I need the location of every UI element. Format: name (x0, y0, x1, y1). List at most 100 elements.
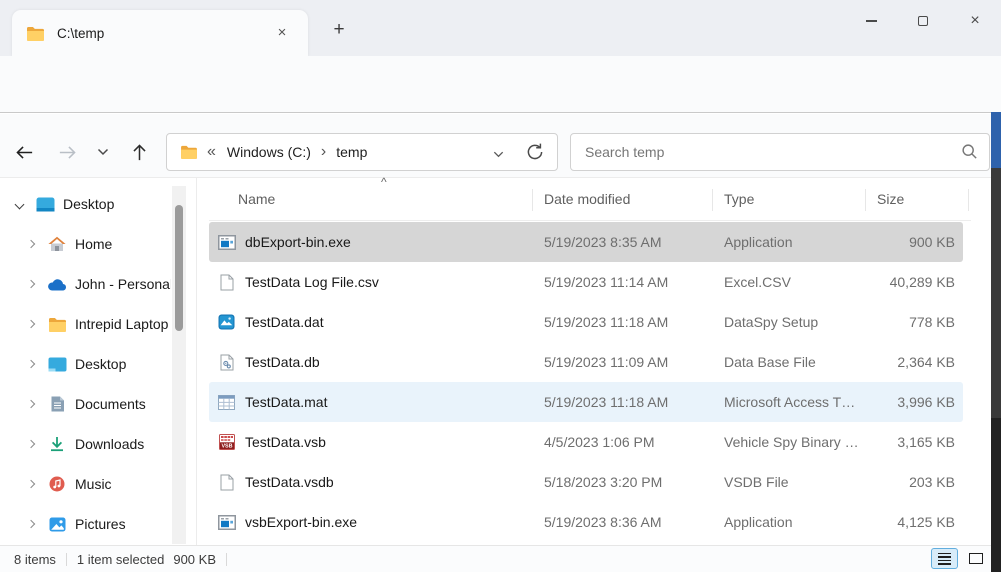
file-size: 203 KB (865, 474, 963, 490)
file-name: TestData Log File.csv (245, 274, 379, 290)
expand-chevron-icon[interactable] (24, 281, 38, 287)
breadcrumb-current[interactable]: temp (336, 144, 367, 160)
sidebar-item-pictures[interactable]: Pictures (0, 504, 196, 544)
search-input[interactable] (585, 134, 945, 170)
file-row-testdata-db[interactable]: TestData.db 5/19/2023 11:09 AM Data Base… (209, 342, 963, 382)
column-divider[interactable] (865, 189, 866, 211)
refresh-button[interactable] (525, 142, 545, 162)
dataspy-file-icon (217, 314, 236, 330)
breadcrumb-separator-icon: › (321, 143, 326, 161)
tab-close-icon[interactable]: × (270, 21, 294, 45)
recent-locations-button[interactable] (88, 137, 118, 167)
selection-count: 1 item selected (77, 552, 164, 567)
file-row-testdata-log-file-csv[interactable]: TestData Log File.csv 5/19/2023 11:14 AM… (209, 262, 963, 302)
file-rows: dbExport-bin.exe 5/19/2023 8:35 AM Appli… (209, 222, 963, 542)
expand-chevron-icon[interactable] (24, 481, 38, 487)
file-row-testdata-mat[interactable]: TestData.mat 5/19/2023 11:18 AM Microsof… (209, 382, 963, 422)
column-divider[interactable] (968, 189, 969, 211)
maximize-button[interactable] (897, 0, 949, 42)
up-arrow-icon (129, 142, 150, 163)
file-row-testdata-dat[interactable]: TestData.dat 5/19/2023 11:18 AM DataSpy … (209, 302, 963, 342)
file-size: 900 KB (865, 234, 963, 250)
explorer-tab[interactable]: C:\temp × (12, 10, 308, 56)
database-file-icon (217, 354, 236, 371)
table-file-icon (217, 395, 236, 410)
background-window-edge-blue (991, 112, 1001, 168)
expand-chevron-icon[interactable] (24, 441, 38, 447)
exe-file-icon (217, 515, 236, 530)
file-row-dbexport-bin-exe[interactable]: dbExport-bin.exe 5/19/2023 8:35 AM Appli… (209, 222, 963, 262)
details-view-button[interactable] (931, 548, 958, 569)
minimize-button[interactable] (845, 0, 897, 42)
desktop-icon (34, 197, 56, 212)
file-date: 5/19/2023 11:18 AM (544, 314, 724, 330)
tab-title: C:\temp (57, 26, 104, 41)
expand-chevron-icon[interactable] (24, 361, 38, 367)
address-bar[interactable]: « Windows (C:) › temp (166, 133, 558, 171)
file-type: Application (724, 514, 865, 530)
desktop-icon (46, 357, 68, 372)
column-headers: ^ Name Date modified Type Size (209, 178, 971, 221)
vsb-file-icon: VSB (217, 434, 236, 450)
breadcrumb-root[interactable]: Windows (C:) (227, 144, 311, 160)
sidebar-item-label: Music (75, 476, 112, 492)
expand-chevron-icon[interactable] (24, 321, 38, 327)
chevron-down-icon (492, 148, 505, 161)
expand-chevron-icon[interactable] (24, 401, 38, 407)
sidebar-item-label: Pictures (75, 516, 126, 532)
titlebar: C:\temp × + × (0, 0, 1001, 56)
breadcrumb-overflow-icon[interactable]: « (207, 143, 216, 161)
file-row-vsbexport-bin-exe[interactable]: vsbExport-bin.exe 5/19/2023 8:36 AM Appl… (209, 502, 963, 542)
address-dropdown-button[interactable] (492, 148, 505, 161)
status-divider (66, 553, 67, 566)
file-row-testdata-vsb[interactable]: VSBTestData.vsb 4/5/2023 1:06 PM Vehicle… (209, 422, 963, 462)
file-name: TestData.vsdb (245, 474, 334, 490)
file-type: VSDB File (724, 474, 865, 490)
forward-arrow-icon (57, 142, 78, 163)
sidebar-scrollbar-thumb[interactable] (175, 205, 183, 331)
document-file-icon (217, 274, 236, 291)
sidebar-item-intrepid-laptop[interactable]: Intrepid Laptop (0, 304, 196, 344)
file-name: TestData.dat (245, 314, 324, 330)
file-row-testdata-vsdb[interactable]: TestData.vsdb 5/18/2023 3:20 PM VSDB Fil… (209, 462, 963, 502)
column-header-size[interactable]: Size (877, 191, 904, 207)
sidebar-item-home[interactable]: Home (0, 224, 196, 264)
large-icons-view-button[interactable] (962, 548, 989, 569)
sidebar-item-downloads[interactable]: Downloads (0, 424, 196, 464)
expand-chevron-icon[interactable] (24, 241, 38, 247)
back-button[interactable] (9, 137, 39, 167)
sidebar-item-desktop[interactable]: Desktop (0, 344, 196, 384)
file-list-pane: ^ Name Date modified Type Size dbExport-… (196, 178, 991, 545)
sidebar-item-desktop-root[interactable]: Desktop (0, 184, 196, 224)
onedrive-icon (46, 278, 68, 291)
column-header-type[interactable]: Type (724, 191, 754, 207)
sidebar-item-label: Home (75, 236, 112, 252)
sidebar-item-music[interactable]: Music (0, 464, 196, 504)
column-header-name[interactable]: Name (238, 191, 275, 207)
column-header-date-modified[interactable]: Date modified (544, 191, 630, 207)
column-divider[interactable] (532, 189, 533, 211)
details-view-icon (938, 553, 951, 565)
sidebar-item-label: Documents (75, 396, 146, 412)
expand-chevron-icon[interactable] (24, 521, 38, 527)
sidebar-scrollbar[interactable] (172, 186, 186, 544)
forward-button[interactable] (52, 137, 82, 167)
close-button[interactable]: × (949, 0, 1001, 42)
file-size: 3,165 KB (865, 434, 963, 450)
file-size: 40,289 KB (865, 274, 963, 290)
sidebar-item-documents[interactable]: Documents (0, 384, 196, 424)
collapse-chevron-icon[interactable] (12, 201, 26, 208)
new-tab-button[interactable]: + (326, 18, 352, 44)
file-size: 3,996 KB (865, 394, 963, 410)
file-date: 5/19/2023 8:35 AM (544, 234, 724, 250)
sidebar-item-label: Intrepid Laptop (75, 316, 168, 332)
up-button[interactable] (124, 137, 154, 167)
file-size: 4,125 KB (865, 514, 963, 530)
folder-icon (180, 145, 198, 159)
file-date: 5/19/2023 8:36 AM (544, 514, 724, 530)
folder-icon (26, 26, 45, 41)
music-icon (46, 476, 68, 492)
column-divider[interactable] (712, 189, 713, 211)
pictures-icon (46, 517, 68, 532)
sidebar-item-onedrive[interactable]: John - Personal (0, 264, 196, 304)
